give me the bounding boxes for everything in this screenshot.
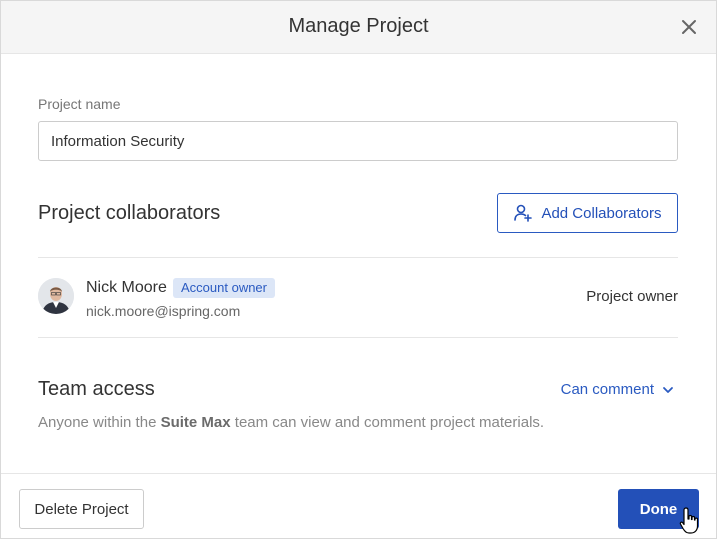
team-access-dropdown[interactable]: Can comment <box>561 381 674 398</box>
hand-cursor-icon <box>679 507 699 534</box>
collaborators-title: Project collaborators <box>38 202 221 224</box>
chevron-down-icon <box>663 386 673 393</box>
add-user-icon <box>514 204 533 222</box>
description-suffix: team can view and comment project materi… <box>230 414 545 431</box>
team-access-selected: Can comment <box>560 381 654 398</box>
delete-project-button[interactable]: Delete Project <box>19 489 144 529</box>
team-name: Suite Max <box>160 414 231 431</box>
collaborator-role: Project owner <box>586 288 678 305</box>
add-collaborators-button[interactable]: Add Collaborators <box>497 193 678 233</box>
collaborator-name: Nick Moore <box>86 279 167 296</box>
team-access-description: Anyone within the Suite Max team can vie… <box>38 414 544 431</box>
dialog-title: Manage Project <box>288 15 429 37</box>
collaborator-email: nick.moore@ispring.com <box>86 303 241 319</box>
add-collaborators-label: Add Collaborators <box>541 204 662 222</box>
divider <box>38 337 678 338</box>
team-access-title: Team access <box>38 378 155 400</box>
dialog-footer: Delete Project Done <box>1 473 716 538</box>
project-name-input[interactable] <box>38 121 678 161</box>
avatar <box>38 278 74 314</box>
account-owner-badge: Account owner <box>173 278 275 298</box>
dialog-header: Manage Project <box>1 1 716 54</box>
description-prefix: Anyone within the <box>38 414 161 431</box>
divider <box>38 257 678 258</box>
project-name-label: Project name <box>38 96 121 112</box>
manage-project-dialog: Manage Project Project name Project coll… <box>0 0 717 539</box>
close-icon[interactable] <box>678 16 700 38</box>
